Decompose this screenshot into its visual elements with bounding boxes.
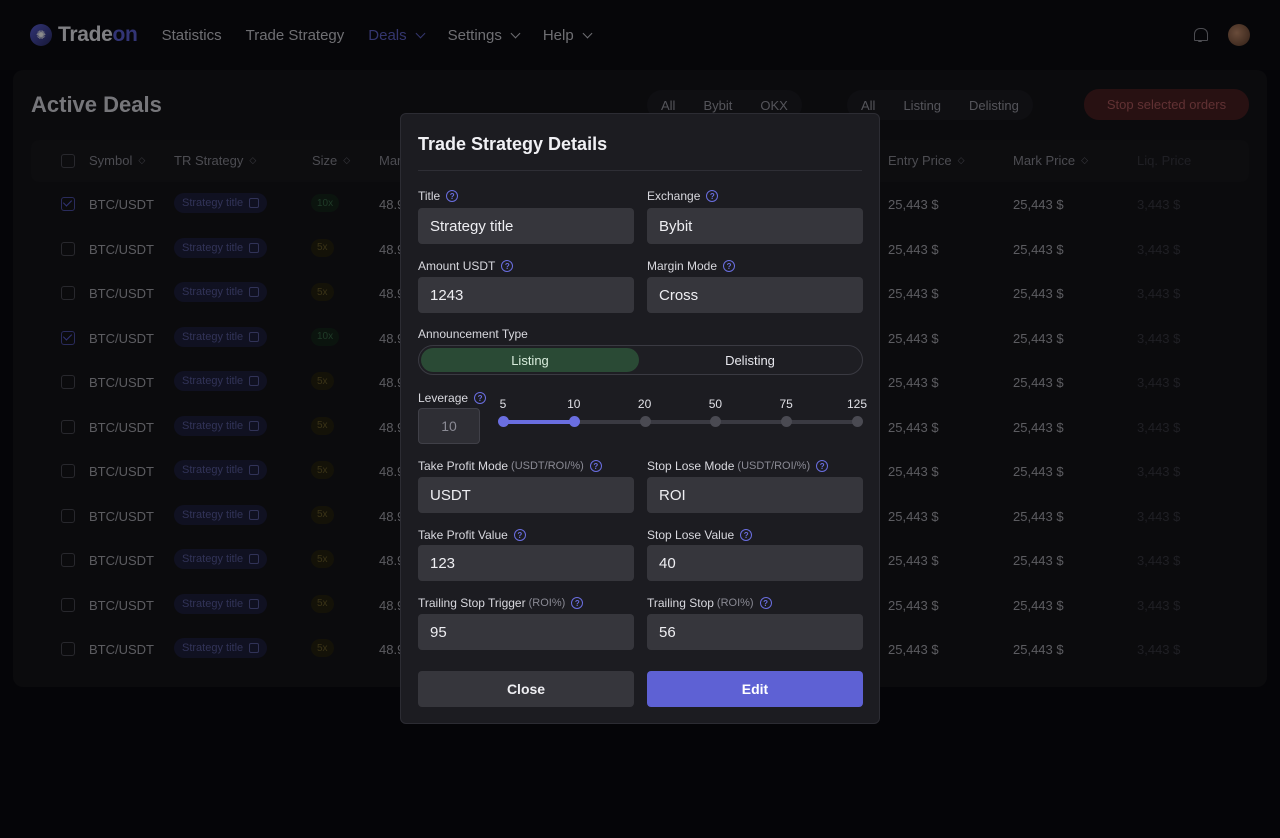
title-label: Title? [418,189,459,203]
leverage-tick[interactable] [710,416,722,427]
leverage-tick-label: 125 [846,397,868,411]
leverage-tick-label: 5 [499,397,507,411]
leverage-tick[interactable] [498,416,509,427]
margin-mode-select[interactable]: Cross [647,277,863,313]
leverage-tick[interactable] [639,416,651,427]
exchange-select[interactable]: Bybit [647,208,863,244]
announcement-listing-option[interactable]: Listing [421,348,639,372]
modal-title: Trade Strategy Details [418,134,608,154]
divider [418,170,862,171]
close-button[interactable]: Close [418,671,634,707]
trailing-stop-input[interactable]: 56 [647,614,863,650]
leverage-tick[interactable] [852,416,863,427]
take-profit-mode-select[interactable]: USDT [418,477,634,513]
title-input[interactable]: Strategy title [418,208,634,244]
trade-strategy-details-modal: Trade Strategy Details Title? Strategy t… [400,113,880,724]
help-icon[interactable]: ? [589,460,602,472]
leverage-tick[interactable] [568,416,580,427]
help-icon[interactable]: ? [706,190,719,202]
stop-lose-mode-select[interactable]: ROI [647,477,863,513]
leverage-tick[interactable] [781,416,793,427]
help-icon[interactable]: ? [816,460,829,472]
trailing-stop-trigger-label: Trailing Stop Trigger (ROI%)? [418,596,584,610]
leverage-slider[interactable]: 5 10 20 50 75 125 [498,397,867,427]
announcement-type-toggle: Listing Delisting [418,345,863,375]
help-icon[interactable]: ? [740,529,753,541]
help-icon[interactable]: ? [474,392,487,404]
help-icon[interactable]: ? [759,597,772,609]
leverage-input[interactable]: 10 [418,408,480,444]
edit-button[interactable]: Edit [647,671,863,707]
help-icon[interactable]: ? [501,260,514,272]
announcement-delisting-option[interactable]: Delisting [641,348,859,372]
leverage-label: Leverage? [418,391,487,405]
leverage-slider-fill [503,420,574,424]
stop-lose-mode-label: Stop Lose Mode (USDT/ROI/%)? [647,459,829,473]
help-icon[interactable]: ? [723,260,736,272]
leverage-tick-label: 10 [567,397,581,411]
exchange-label: Exchange? [647,189,719,203]
announcement-type-label: Announcement Type [418,327,528,341]
leverage-tick-label: 75 [779,397,793,411]
leverage-tick-label: 50 [708,397,723,411]
trailing-stop-label: Trailing Stop (ROI%)? [647,596,772,610]
take-profit-value-label: Take Profit Value? [418,528,526,542]
help-icon[interactable]: ? [513,529,526,541]
amount-input[interactable]: 1243 [418,277,634,313]
margin-mode-label: Margin Mode? [647,259,736,273]
trailing-stop-trigger-input[interactable]: 95 [418,614,634,650]
help-icon[interactable]: ? [446,190,459,202]
stop-lose-value-input[interactable]: 40 [647,545,863,581]
amount-label: Amount USDT? [418,259,514,273]
help-icon[interactable]: ? [571,597,584,609]
take-profit-value-input[interactable]: 123 [418,545,634,581]
stop-lose-value-label: Stop Lose Value? [647,528,753,542]
take-profit-mode-label: Take Profit Mode (USDT/ROI/%)? [418,459,602,473]
leverage-tick-label: 20 [637,397,652,411]
